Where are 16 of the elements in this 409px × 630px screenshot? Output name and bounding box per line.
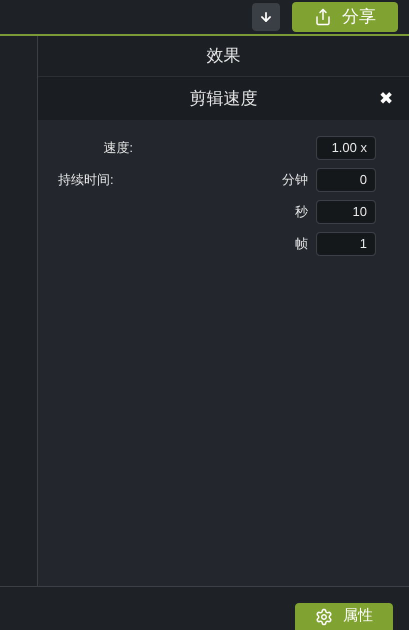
unit-label: 帧 <box>295 235 308 254</box>
down-arrow-icon <box>259 10 273 24</box>
input-field[interactable]: 1 <box>316 232 376 256</box>
download-button[interactable] <box>252 3 280 31</box>
section-title: 剪辑速度 <box>190 88 258 110</box>
gear-icon <box>315 608 333 626</box>
share-icon <box>314 8 332 26</box>
panel-title: 效果 <box>206 45 240 68</box>
speed-label: 速度: <box>102 139 133 158</box>
close-button[interactable]: ✖ <box>379 86 393 112</box>
unit-label: 秒 <box>295 203 308 222</box>
input-field[interactable]: 0 <box>316 168 376 192</box>
input-field[interactable]: 10 <box>316 200 376 224</box>
unit-label: 分钟 <box>282 171 308 190</box>
duration-label: 持续时间: <box>58 171 114 190</box>
input-field[interactable]: 1.00 x <box>316 136 376 160</box>
